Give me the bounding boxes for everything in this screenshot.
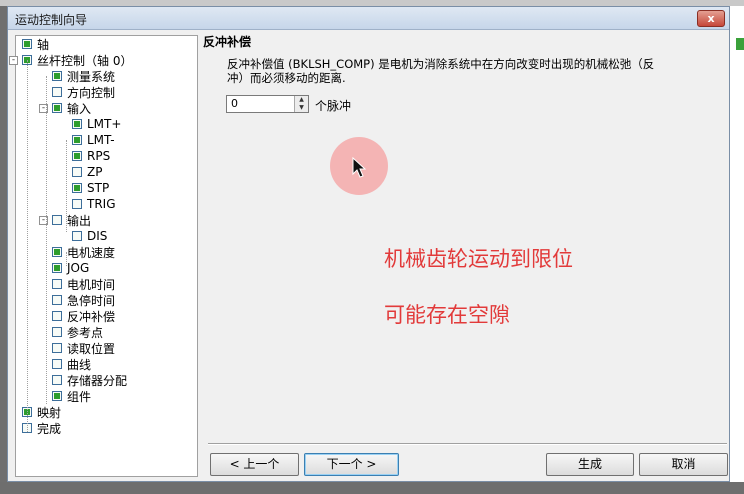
tree-item[interactable]: 测量系统: [52, 68, 115, 84]
window-title: 运动控制向导: [15, 13, 88, 27]
tree-item-label: 电机速度: [67, 245, 116, 260]
motion-control-wizard-dialog: 运动控制向导 x 轴 - 丝杆控制（轴 0） 测量系统 方向控制 - 输入 LMT+ LMT- R…: [7, 6, 730, 482]
tree-checkbox-icon[interactable]: [72, 199, 82, 209]
tree-item[interactable]: TRIG: [72, 196, 116, 212]
tree-item-label: STP: [87, 181, 110, 195]
tree-item[interactable]: 组件: [52, 388, 91, 404]
tree-checkbox-icon[interactable]: [52, 263, 62, 273]
tree-item[interactable]: DIS: [72, 228, 107, 244]
tree-checkbox-icon[interactable]: [52, 391, 62, 401]
previous-button[interactable]: < 上一个: [210, 453, 299, 476]
backlash-compensation-panel: 反冲补偿 反冲补偿值 (BKLSH_COMP) 是电机为消除系统中在方向改变时出…: [203, 31, 728, 481]
tree-item[interactable]: 参考点: [52, 324, 103, 340]
tree-item[interactable]: ZP: [72, 164, 102, 180]
generate-button[interactable]: 生成: [546, 453, 634, 476]
tree-item-label: 曲线: [67, 357, 92, 372]
tree-item-label: 输出: [67, 213, 92, 228]
tree-checkbox-icon[interactable]: [52, 343, 62, 353]
stepper-buttons: ▲ ▼: [294, 96, 308, 112]
close-button[interactable]: x: [697, 10, 725, 27]
backlash-value-input[interactable]: 0: [231, 97, 238, 110]
tree-item[interactable]: 读取位置: [52, 340, 115, 356]
title-bar: 运动控制向导 x: [8, 7, 729, 30]
tree-item-label: 电机时间: [67, 277, 116, 292]
tree-item-label: 存储器分配: [67, 373, 128, 388]
background-app-right: [728, 6, 744, 494]
tree-item-label: 方向控制: [67, 85, 116, 100]
mouse-cursor-icon: [352, 157, 366, 178]
tree-item[interactable]: LMT+: [72, 116, 121, 132]
tree-item[interactable]: 曲线: [52, 356, 91, 372]
tree-connector-line: [46, 76, 47, 404]
tree-item-label: TRIG: [87, 197, 116, 211]
tree-checkbox-icon[interactable]: [52, 375, 62, 385]
tree-checkbox-icon[interactable]: [52, 103, 62, 113]
page-heading: 反冲补偿: [203, 35, 252, 49]
tree-item[interactable]: RPS: [72, 148, 110, 164]
tree-item[interactable]: 轴: [22, 36, 49, 52]
background-edge-marker: [736, 38, 744, 50]
tree-item[interactable]: LMT-: [72, 132, 115, 148]
tree-item-label: LMT+: [87, 117, 122, 131]
tree-item-label: 反冲补偿: [67, 309, 116, 324]
annotation-line-2: 可能存在空隙: [384, 303, 510, 327]
tree-item-label: 读取位置: [67, 341, 116, 356]
tree-item-label: 轴: [37, 37, 50, 52]
tree-checkbox-icon[interactable]: [52, 311, 62, 321]
unit-label: 个脉冲: [315, 99, 352, 113]
tree-item[interactable]: 反冲补偿: [52, 308, 115, 324]
tree-item-label: 测量系统: [67, 69, 116, 84]
tree-item-label: 组件: [67, 389, 92, 404]
tree-item-label: DIS: [87, 229, 108, 243]
tree-item[interactable]: 存储器分配: [52, 372, 127, 388]
background-app-bottom: [0, 482, 744, 494]
tree-item[interactable]: 方向控制: [52, 84, 115, 100]
tree-item[interactable]: 电机速度: [52, 244, 115, 260]
backlash-value-stepper[interactable]: 0 ▲ ▼: [226, 95, 309, 113]
tree-item-label: 映射: [37, 405, 62, 420]
tree-checkbox-icon[interactable]: [72, 183, 82, 193]
tree-expander-icon[interactable]: -: [9, 55, 18, 65]
button-separator: [208, 443, 727, 445]
tree-checkbox-icon[interactable]: [52, 327, 62, 337]
cancel-button[interactable]: 取消: [639, 453, 728, 476]
tree-item-label: RPS: [87, 149, 111, 163]
tree-checkbox-icon[interactable]: [52, 295, 62, 305]
tree-checkbox-icon[interactable]: [22, 39, 32, 49]
tree-checkbox-icon[interactable]: [52, 247, 62, 257]
tree-checkbox-icon[interactable]: [72, 151, 82, 161]
stepper-up-icon[interactable]: ▲: [295, 96, 308, 104]
tree-item-label: 丝杆控制（轴 0）: [37, 53, 133, 68]
stepper-down-icon[interactable]: ▼: [295, 104, 308, 112]
tree-item[interactable]: 急停时间: [52, 292, 115, 308]
tree-connector-line: [66, 140, 67, 232]
tree-checkbox-icon[interactable]: [52, 71, 62, 81]
wizard-navigation-tree[interactable]: 轴 - 丝杆控制（轴 0） 测量系统 方向控制 - 输入 LMT+ LMT- RPS ZP STP TR…: [9, 35, 198, 477]
tree-item-label: 完成: [37, 421, 62, 436]
tree-checkbox-icon[interactable]: [52, 215, 62, 225]
tree-checkbox-icon[interactable]: [72, 231, 82, 241]
tree-checkbox-icon[interactable]: [72, 135, 82, 145]
tree-connector-line: [66, 252, 67, 266]
tree-item[interactable]: 电机时间: [52, 276, 115, 292]
tree-item-label: 参考点: [67, 325, 104, 340]
tree-item[interactable]: STP: [72, 180, 109, 196]
tree-item[interactable]: JOG: [52, 260, 89, 276]
tree-checkbox-icon[interactable]: [52, 359, 62, 369]
next-button[interactable]: 下一个 >: [304, 453, 399, 476]
tree-connector-line: [27, 60, 28, 432]
tree-item-label: JOG: [67, 261, 90, 275]
tree-checkbox-icon[interactable]: [72, 167, 82, 177]
tree-item-label: 急停时间: [67, 293, 116, 308]
tree-checkbox-icon[interactable]: [52, 279, 62, 289]
tree-item-label: 输入: [67, 101, 92, 116]
annotation-line-1: 机械齿轮运动到限位: [384, 247, 573, 271]
tree-checkbox-icon[interactable]: [72, 119, 82, 129]
tree-item-label: ZP: [87, 165, 103, 179]
tree-checkbox-icon[interactable]: [52, 87, 62, 97]
page-description: 反冲补偿值 (BKLSH_COMP) 是电机为消除系统中在方向改变时出现的机械松…: [227, 57, 655, 85]
tree-item-label: LMT-: [87, 133, 115, 147]
